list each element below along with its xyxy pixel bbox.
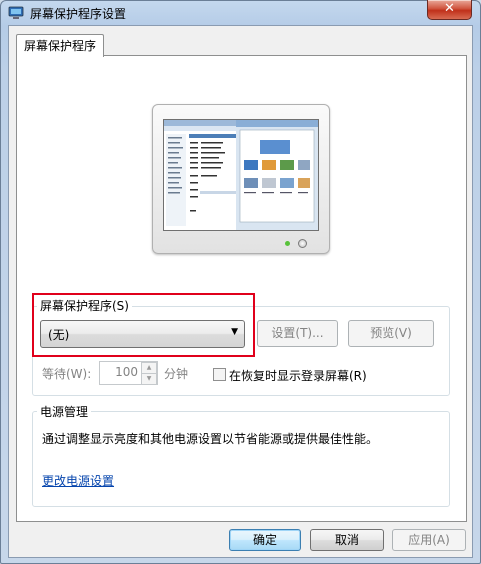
power-group-label: 电源管理: [37, 403, 92, 420]
wait-value: 100: [115, 365, 138, 379]
power-led: [285, 241, 290, 246]
preview-screen: [163, 119, 319, 231]
wait-unit: 分钟: [164, 367, 189, 381]
monitor-power-button: [298, 239, 307, 248]
apply-button[interactable]: 应用(A): [392, 529, 466, 551]
spin-down-icon[interactable]: ▼: [141, 373, 157, 385]
window-title: 屏幕保护程序设置: [30, 7, 127, 21]
ok-button[interactable]: 确定: [229, 529, 301, 551]
settings-button[interactable]: 设置(T)...: [257, 320, 338, 347]
cancel-button[interactable]: 取消: [310, 529, 384, 551]
screensaver-icon: [8, 6, 24, 19]
power-group: [32, 411, 450, 507]
close-button[interactable]: ✕: [427, 0, 472, 20]
desktop-thumbnail: [164, 120, 318, 230]
spinner-buttons: ▲ ▼: [141, 362, 157, 385]
highlight-box: [32, 293, 255, 357]
tab-screensaver[interactable]: 屏幕保护程序: [16, 34, 104, 57]
power-description: 通过调整显示亮度和其他电源设置以节省能源或提供最佳性能。: [42, 432, 379, 446]
preview-button[interactable]: 预览(V): [348, 320, 434, 347]
change-power-settings-link[interactable]: 更改电源设置: [42, 472, 114, 489]
wait-minutes-spinner[interactable]: 100 ▲ ▼: [99, 361, 158, 385]
resume-logon-label[interactable]: 在恢复时显示登录屏幕(R): [229, 367, 367, 384]
monitor-preview: [152, 104, 330, 254]
wait-label: 等待(W):: [42, 367, 92, 381]
resume-logon-checkbox[interactable]: [213, 368, 226, 381]
